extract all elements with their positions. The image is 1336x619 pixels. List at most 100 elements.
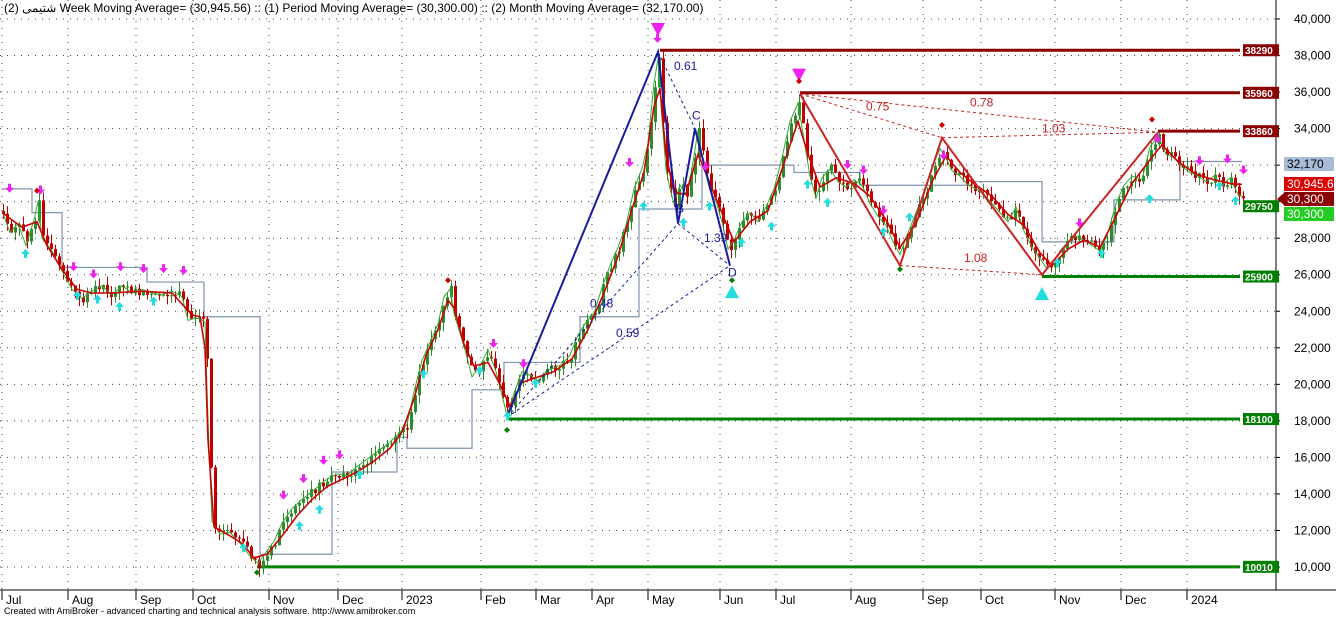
candle-body	[238, 537, 241, 539]
buy-arrow-icon	[705, 201, 714, 211]
x-tick-label: Dec	[1125, 593, 1146, 607]
candle-body	[166, 294, 169, 297]
candle-body	[802, 102, 805, 124]
price-chart[interactable]: 40,00038,00036,00034,00032,00030,00028,0…	[0, 0, 1336, 619]
candle-body	[858, 178, 861, 182]
candle-body	[702, 128, 705, 151]
y-tick-label: 16,000	[1294, 450, 1331, 464]
candle-body	[150, 293, 153, 295]
candle-body	[246, 541, 249, 547]
x-tick-label: Jun	[724, 593, 743, 607]
symbol-name: شتیمی	[22, 1, 57, 15]
y-tick-label: 28,000	[1294, 231, 1331, 245]
buy-arrow-icon	[21, 248, 30, 258]
sell-arrow-icon	[299, 474, 308, 484]
candle-body	[338, 475, 341, 478]
x-tick-label: Nov	[273, 593, 294, 607]
candle-body	[794, 115, 797, 124]
y-tick-label: 26,000	[1294, 268, 1331, 282]
legend-separator: ::	[250, 1, 265, 15]
support-level-label: 25900	[1245, 273, 1273, 284]
sell-arrow-icon	[159, 264, 168, 274]
candle-body	[290, 513, 293, 517]
red-pattern-ratio-line	[899, 265, 1043, 276]
pivot-diamond-icon	[939, 121, 945, 128]
sell-arrow-icon	[335, 450, 344, 460]
y-tick-label: 38,000	[1294, 49, 1331, 63]
y-tick-label: 14,000	[1294, 487, 1331, 501]
price-tag-label: 30,945.6	[1287, 177, 1334, 191]
buy-arrow-icon	[295, 521, 304, 531]
period-ma-legend: (1) Period Moving Average= (30,300.00)	[264, 1, 478, 15]
blue-pattern-ratio-label: C	[692, 108, 701, 122]
x-tick-label: Dec	[342, 593, 363, 607]
x-tick-label: 2023	[406, 593, 433, 607]
candle-body	[126, 286, 129, 288]
candle-body	[866, 184, 869, 192]
candle-body	[206, 318, 209, 359]
candle-body	[410, 412, 413, 430]
top-signal-triangle-icon	[651, 22, 665, 36]
candle-body	[42, 200, 45, 236]
candle-body	[814, 179, 817, 192]
legend-separator: ::	[477, 1, 492, 15]
sell-arrow-icon	[116, 262, 125, 272]
sell-arrow-icon	[519, 359, 528, 369]
blue-pattern-ratio-label: 0.59	[616, 326, 640, 340]
blue-pattern-ratio-label: D	[728, 266, 737, 280]
x-tick-label: Oct	[197, 593, 216, 607]
x-tick-label: Jul	[6, 593, 21, 607]
candle-body	[266, 555, 269, 561]
x-tick-label: Sep	[927, 593, 949, 607]
sell-arrow-icon	[279, 490, 288, 500]
candle-body	[202, 316, 205, 319]
price-tag-label: 30,300	[1287, 192, 1324, 206]
buy-arrow-icon	[679, 217, 688, 227]
candle-body	[230, 529, 233, 533]
resistance-level-label: 35960	[1245, 89, 1273, 100]
pivot-diamond-icon	[796, 78, 802, 85]
candle-body	[862, 178, 865, 185]
x-tick-label: Jul	[780, 593, 795, 607]
y-tick-label: 24,000	[1294, 304, 1331, 318]
candle-body	[1234, 177, 1237, 187]
buy-arrow-icon	[93, 294, 102, 304]
buy-arrow-icon	[803, 179, 812, 189]
y-tick-label: 34,000	[1294, 122, 1331, 136]
x-tick-label: Aug	[72, 593, 93, 607]
x-tick-label: Nov	[1059, 593, 1080, 607]
buy-arrow-icon	[149, 296, 158, 306]
resistance-level-label: 38290	[1245, 46, 1273, 57]
blue-pattern-ratio-label: 1.39	[704, 231, 728, 245]
candle-body	[170, 295, 173, 297]
candle-body	[1154, 144, 1157, 150]
x-tick-label: Feb	[485, 593, 506, 607]
support-level-label: 10010	[1245, 563, 1273, 574]
y-tick-label: 18,000	[1294, 414, 1331, 428]
month-ma-legend: (2) Month Moving Average= (32,170.00)	[491, 1, 704, 15]
y-tick-label: 22,000	[1294, 341, 1331, 355]
x-tick-label: Oct	[985, 593, 1004, 607]
candle-body	[842, 182, 845, 184]
candle-body	[306, 496, 309, 499]
candle-body	[350, 476, 353, 478]
x-tick-label: Apr	[596, 593, 615, 607]
candle-body	[834, 164, 837, 173]
candle-body	[262, 560, 265, 568]
price-tag-label: 32,170	[1287, 157, 1324, 171]
candle-body	[406, 428, 409, 430]
week-ma-line	[1, 88, 1243, 559]
pivot-diamond-icon	[445, 277, 451, 284]
candle-body	[486, 357, 489, 361]
x-tick-label: May	[652, 593, 675, 607]
candle-body	[1226, 184, 1229, 187]
resistance-level-label: 33860	[1245, 127, 1273, 138]
candle-body	[1106, 241, 1109, 243]
candle-body	[214, 467, 217, 529]
candle-body	[50, 243, 53, 250]
candle-body	[226, 529, 229, 531]
blue-pattern-ratio-label: 0.61	[674, 59, 698, 73]
blue-pattern-ratio-line	[506, 265, 731, 418]
y-tick-label: 36,000	[1294, 85, 1331, 99]
buy-arrow-icon	[1231, 196, 1240, 206]
